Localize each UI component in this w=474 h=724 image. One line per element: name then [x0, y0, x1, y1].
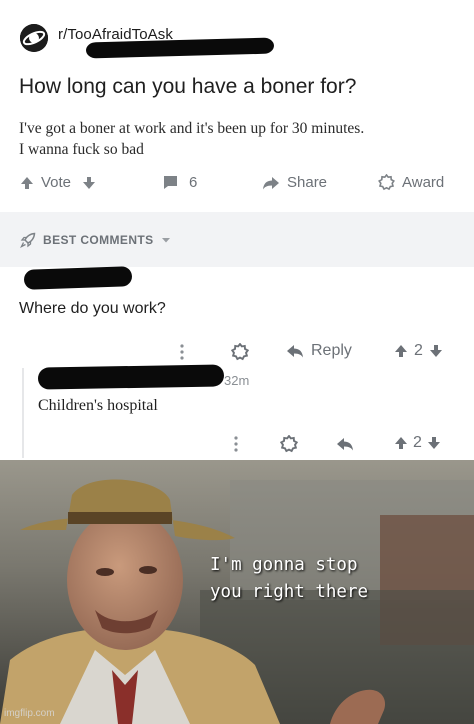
comment-text: Where do you work?: [19, 300, 166, 317]
comment-actions: Reply 2: [176, 341, 461, 363]
upvote-icon[interactable]: [394, 344, 408, 358]
share-button[interactable]: Share: [262, 174, 327, 191]
redacted-commenter: [37, 364, 225, 390]
reply-label: Reply: [311, 342, 352, 359]
upvote-icon[interactable]: [394, 436, 408, 450]
downvote-icon[interactable]: [82, 176, 96, 190]
post-body-line: I wanna fuck so bad: [19, 141, 144, 158]
reply-button[interactable]: Reply: [286, 342, 352, 360]
vote-control[interactable]: Vote: [20, 174, 96, 191]
chevron-down-icon: [161, 238, 170, 243]
award-icon: [378, 174, 395, 191]
watermark-text: imgflip.com: [4, 708, 55, 719]
comment-vote: 2: [394, 434, 441, 452]
award-icon[interactable]: [231, 343, 249, 361]
vote-label: Vote: [41, 174, 72, 191]
comment-score: 2: [413, 434, 422, 451]
reply-icon: [287, 345, 303, 358]
comment-icon: [164, 176, 177, 189]
sort-dropdown[interactable]: BEST COMMENTS: [20, 232, 171, 248]
comments-button[interactable]: 6: [163, 174, 197, 191]
comment-actions: 2: [230, 433, 465, 455]
award-icon[interactable]: [280, 435, 298, 453]
thread-line[interactable]: [22, 368, 24, 458]
more-options-icon[interactable]: [233, 435, 239, 453]
redacted-commenter: [23, 266, 133, 290]
award-button[interactable]: Award: [378, 174, 444, 191]
comment-score: 2: [414, 342, 423, 359]
comment-timestamp: 32m: [224, 373, 250, 388]
downvote-icon[interactable]: [429, 344, 443, 358]
comment-vote: 2: [394, 342, 443, 360]
rocket-icon: [20, 232, 36, 248]
sort-label: BEST COMMENTS: [43, 233, 154, 247]
share-icon: [263, 176, 279, 189]
subreddit-icon[interactable]: [20, 24, 48, 52]
comment-text: Children's hospital: [38, 397, 158, 414]
meme-caption-line: I'm gonna stop: [210, 555, 358, 575]
upvote-icon[interactable]: [20, 176, 34, 190]
share-label: Share: [287, 174, 328, 191]
comments-count: 6: [189, 174, 198, 191]
post-title[interactable]: How long can you have a boner for?: [19, 75, 356, 99]
meme-caption: I'm gonna stop you right there: [210, 552, 368, 606]
reply-icon[interactable]: [336, 437, 354, 451]
meme-caption-line: you right there: [210, 582, 369, 602]
award-label: Award: [402, 174, 445, 191]
post-body-line: I've got a boner at work and it's been u…: [19, 120, 365, 137]
more-options-icon[interactable]: [179, 343, 185, 361]
post-body: I've got a boner at work and it's been u…: [19, 118, 459, 160]
downvote-icon[interactable]: [427, 436, 441, 450]
